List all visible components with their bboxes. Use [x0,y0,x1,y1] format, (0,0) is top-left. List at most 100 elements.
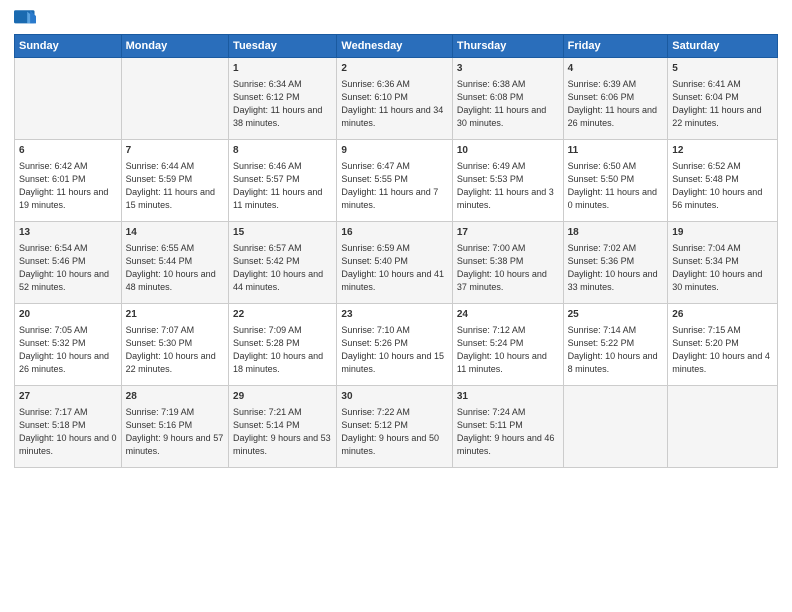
day-info: Sunrise: 7:21 AMSunset: 5:14 PMDaylight:… [233,407,331,456]
day-number: 3 [457,62,559,76]
day-number: 7 [126,144,224,158]
day-cell: 1 Sunrise: 6:34 AMSunset: 6:12 PMDaylight… [229,58,337,140]
day-number: 5 [672,62,773,76]
day-number: 27 [19,390,117,404]
weekday-header-row: SundayMondayTuesdayWednesdayThursdayFrid… [15,35,778,58]
logo [14,10,40,28]
day-number: 15 [233,226,332,240]
day-cell: 29 Sunrise: 7:21 AMSunset: 5:14 PMDayligh… [229,386,337,468]
day-number: 8 [233,144,332,158]
day-cell: 21 Sunrise: 7:07 AMSunset: 5:30 PMDayligh… [121,304,228,386]
day-cell: 11 Sunrise: 6:50 AMSunset: 5:50 PMDayligh… [563,140,668,222]
day-cell: 9 Sunrise: 6:47 AMSunset: 5:55 PMDaylight… [337,140,452,222]
day-cell: 2 Sunrise: 6:36 AMSunset: 6:10 PMDaylight… [337,58,452,140]
day-info: Sunrise: 6:41 AMSunset: 6:04 PMDaylight:… [672,79,761,128]
day-number: 19 [672,226,773,240]
day-number: 26 [672,308,773,322]
day-cell: 19 Sunrise: 7:04 AMSunset: 5:34 PMDayligh… [668,222,778,304]
day-number: 21 [126,308,224,322]
day-info: Sunrise: 7:22 AMSunset: 5:12 PMDaylight:… [341,407,439,456]
day-info: Sunrise: 6:55 AMSunset: 5:44 PMDaylight:… [126,243,216,292]
weekday-header-tuesday: Tuesday [229,35,337,58]
day-number: 9 [341,144,447,158]
day-info: Sunrise: 7:24 AMSunset: 5:11 PMDaylight:… [457,407,555,456]
day-info: Sunrise: 6:50 AMSunset: 5:50 PMDaylight:… [568,161,657,210]
day-info: Sunrise: 6:38 AMSunset: 6:08 PMDaylight:… [457,79,546,128]
day-cell: 25 Sunrise: 7:14 AMSunset: 5:22 PMDayligh… [563,304,668,386]
day-cell: 5 Sunrise: 6:41 AMSunset: 6:04 PMDaylight… [668,58,778,140]
day-cell [121,58,228,140]
day-cell [563,386,668,468]
day-cell: 10Sunrise: 6:49 AMSunset: 5:53 PMDayligh… [452,140,563,222]
day-info: Sunrise: 7:09 AMSunset: 5:28 PMDaylight:… [233,325,323,374]
day-cell: 6Sunrise: 6:42 AMSunset: 6:01 PMDaylight… [15,140,122,222]
week-row-1: 1 Sunrise: 6:34 AMSunset: 6:12 PMDaylight… [15,58,778,140]
day-number: 25 [568,308,664,322]
day-info: Sunrise: 7:17 AMSunset: 5:18 PMDaylight:… [19,407,117,456]
day-cell: 14 Sunrise: 6:55 AMSunset: 5:44 PMDayligh… [121,222,228,304]
weekday-header-sunday: Sunday [15,35,122,58]
day-cell: 12Sunrise: 6:52 AMSunset: 5:48 PMDayligh… [668,140,778,222]
day-number: 20 [19,308,117,322]
week-row-4: 20 Sunrise: 7:05 AMSunset: 5:32 PMDayligh… [15,304,778,386]
day-number: 31 [457,390,559,404]
day-cell [15,58,122,140]
day-number: 23 [341,308,447,322]
day-info: Sunrise: 7:19 AMSunset: 5:16 PMDaylight:… [126,407,224,456]
calendar-table: SundayMondayTuesdayWednesdayThursdayFrid… [14,34,778,468]
day-info: Sunrise: 7:12 AMSunset: 5:24 PMDaylight:… [457,325,547,374]
day-info: Sunrise: 6:36 AMSunset: 6:10 PMDaylight:… [341,79,443,128]
day-info: Sunrise: 6:54 AMSunset: 5:46 PMDaylight:… [19,243,109,292]
day-cell: 24 Sunrise: 7:12 AMSunset: 5:24 PMDayligh… [452,304,563,386]
weekday-header-wednesday: Wednesday [337,35,452,58]
day-cell: 22 Sunrise: 7:09 AMSunset: 5:28 PMDayligh… [229,304,337,386]
day-cell: 27 Sunrise: 7:17 AMSunset: 5:18 PMDayligh… [15,386,122,468]
day-number: 4 [568,62,664,76]
day-number: 18 [568,226,664,240]
day-number: 12 [672,144,773,158]
day-info: Sunrise: 6:46 AMSunset: 5:57 PMDaylight:… [233,161,322,210]
day-info: Sunrise: 7:04 AMSunset: 5:34 PMDaylight:… [672,243,762,292]
day-number: 14 [126,226,224,240]
calendar-container: SundayMondayTuesdayWednesdayThursdayFrid… [0,0,792,478]
week-row-3: 13Sunrise: 6:54 AMSunset: 5:46 PMDayligh… [15,222,778,304]
day-cell: 23 Sunrise: 7:10 AMSunset: 5:26 PMDayligh… [337,304,452,386]
day-info: Sunrise: 6:57 AMSunset: 5:42 PMDaylight:… [233,243,323,292]
weekday-header-monday: Monday [121,35,228,58]
day-cell: 7 Sunrise: 6:44 AMSunset: 5:59 PMDaylight… [121,140,228,222]
day-info: Sunrise: 7:00 AMSunset: 5:38 PMDaylight:… [457,243,547,292]
day-info: Sunrise: 7:15 AMSunset: 5:20 PMDaylight:… [672,325,770,374]
day-info: Sunrise: 6:47 AMSunset: 5:55 PMDaylight:… [341,161,438,210]
day-info: Sunrise: 6:39 AMSunset: 6:06 PMDaylight:… [568,79,657,128]
day-number: 11 [568,144,664,158]
day-info: Sunrise: 6:49 AMSunset: 5:53 PMDaylight:… [457,161,554,210]
day-info: Sunrise: 6:59 AMSunset: 5:40 PMDaylight:… [341,243,444,292]
day-cell [668,386,778,468]
week-row-2: 6Sunrise: 6:42 AMSunset: 6:01 PMDaylight… [15,140,778,222]
day-cell: 3 Sunrise: 6:38 AMSunset: 6:08 PMDaylight… [452,58,563,140]
day-info: Sunrise: 7:07 AMSunset: 5:30 PMDaylight:… [126,325,216,374]
day-number: 22 [233,308,332,322]
day-number: 1 [233,62,332,76]
day-number: 2 [341,62,447,76]
header [14,10,778,28]
day-cell: 8 Sunrise: 6:46 AMSunset: 5:57 PMDaylight… [229,140,337,222]
day-info: Sunrise: 7:14 AMSunset: 5:22 PMDaylight:… [568,325,658,374]
day-cell: 28Sunrise: 7:19 AMSunset: 5:16 PMDayligh… [121,386,228,468]
day-info: Sunrise: 6:34 AMSunset: 6:12 PMDaylight:… [233,79,322,128]
day-info: Sunrise: 7:10 AMSunset: 5:26 PMDaylight:… [341,325,444,374]
day-number: 6 [19,144,117,158]
day-cell: 20 Sunrise: 7:05 AMSunset: 5:32 PMDayligh… [15,304,122,386]
day-number: 29 [233,390,332,404]
day-cell: 30 Sunrise: 7:22 AMSunset: 5:12 PMDayligh… [337,386,452,468]
day-number: 16 [341,226,447,240]
day-cell: 16 Sunrise: 6:59 AMSunset: 5:40 PMDayligh… [337,222,452,304]
weekday-header-friday: Friday [563,35,668,58]
day-number: 24 [457,308,559,322]
day-number: 17 [457,226,559,240]
logo-icon [14,10,36,28]
day-info: Sunrise: 6:44 AMSunset: 5:59 PMDaylight:… [126,161,215,210]
day-cell: 26 Sunrise: 7:15 AMSunset: 5:20 PMDayligh… [668,304,778,386]
day-info: Sunrise: 7:05 AMSunset: 5:32 PMDaylight:… [19,325,109,374]
day-number: 30 [341,390,447,404]
